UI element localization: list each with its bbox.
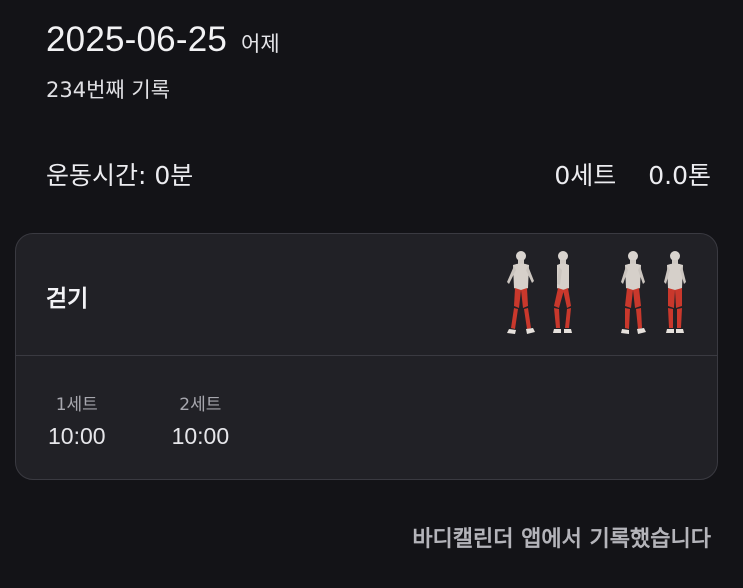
record-count: 234번째 기록 <box>46 78 171 102</box>
walking-figure-front-left <box>507 251 535 334</box>
walking-figure-side-left <box>553 251 572 333</box>
app-source-note: 바디캘린더 앱에서 기록했습니다 <box>412 527 711 552</box>
set-item: 1세트 10:00 <box>48 390 106 450</box>
set-label: 2세트 <box>179 395 222 415</box>
total-volume: 0.0톤 <box>648 161 711 190</box>
relative-day-label: 어제 <box>241 32 280 56</box>
set-time: 10:00 <box>48 423 106 449</box>
total-sets: 0세트 <box>554 161 617 190</box>
front-view-figures <box>501 248 583 340</box>
back-view-figures <box>613 248 695 340</box>
exercise-name: 걷기 <box>46 286 89 312</box>
set-item: 2세트 10:00 <box>172 390 230 450</box>
walking-figure-front-right <box>621 251 646 334</box>
set-time: 10:00 <box>171 423 230 449</box>
set-label: 1세트 <box>55 395 98 415</box>
walking-figures-icon <box>501 248 695 340</box>
exercise-card-header: 걷기 <box>16 234 717 356</box>
workout-date: 2025-06-25 <box>46 20 228 59</box>
date-header: 2025-06-25 어제 <box>46 20 280 60</box>
walking-figure-back-right <box>664 251 686 333</box>
workout-duration: 운동시간: 0분 <box>46 161 194 190</box>
set-list: 1세트 10:00 2세트 10:00 <box>48 390 229 450</box>
workout-summary: 운동시간: 0분 0세트 0.0톤 <box>46 156 711 192</box>
exercise-card[interactable]: 걷기 1세트 10:00 2세트 10:00 <box>15 233 718 480</box>
